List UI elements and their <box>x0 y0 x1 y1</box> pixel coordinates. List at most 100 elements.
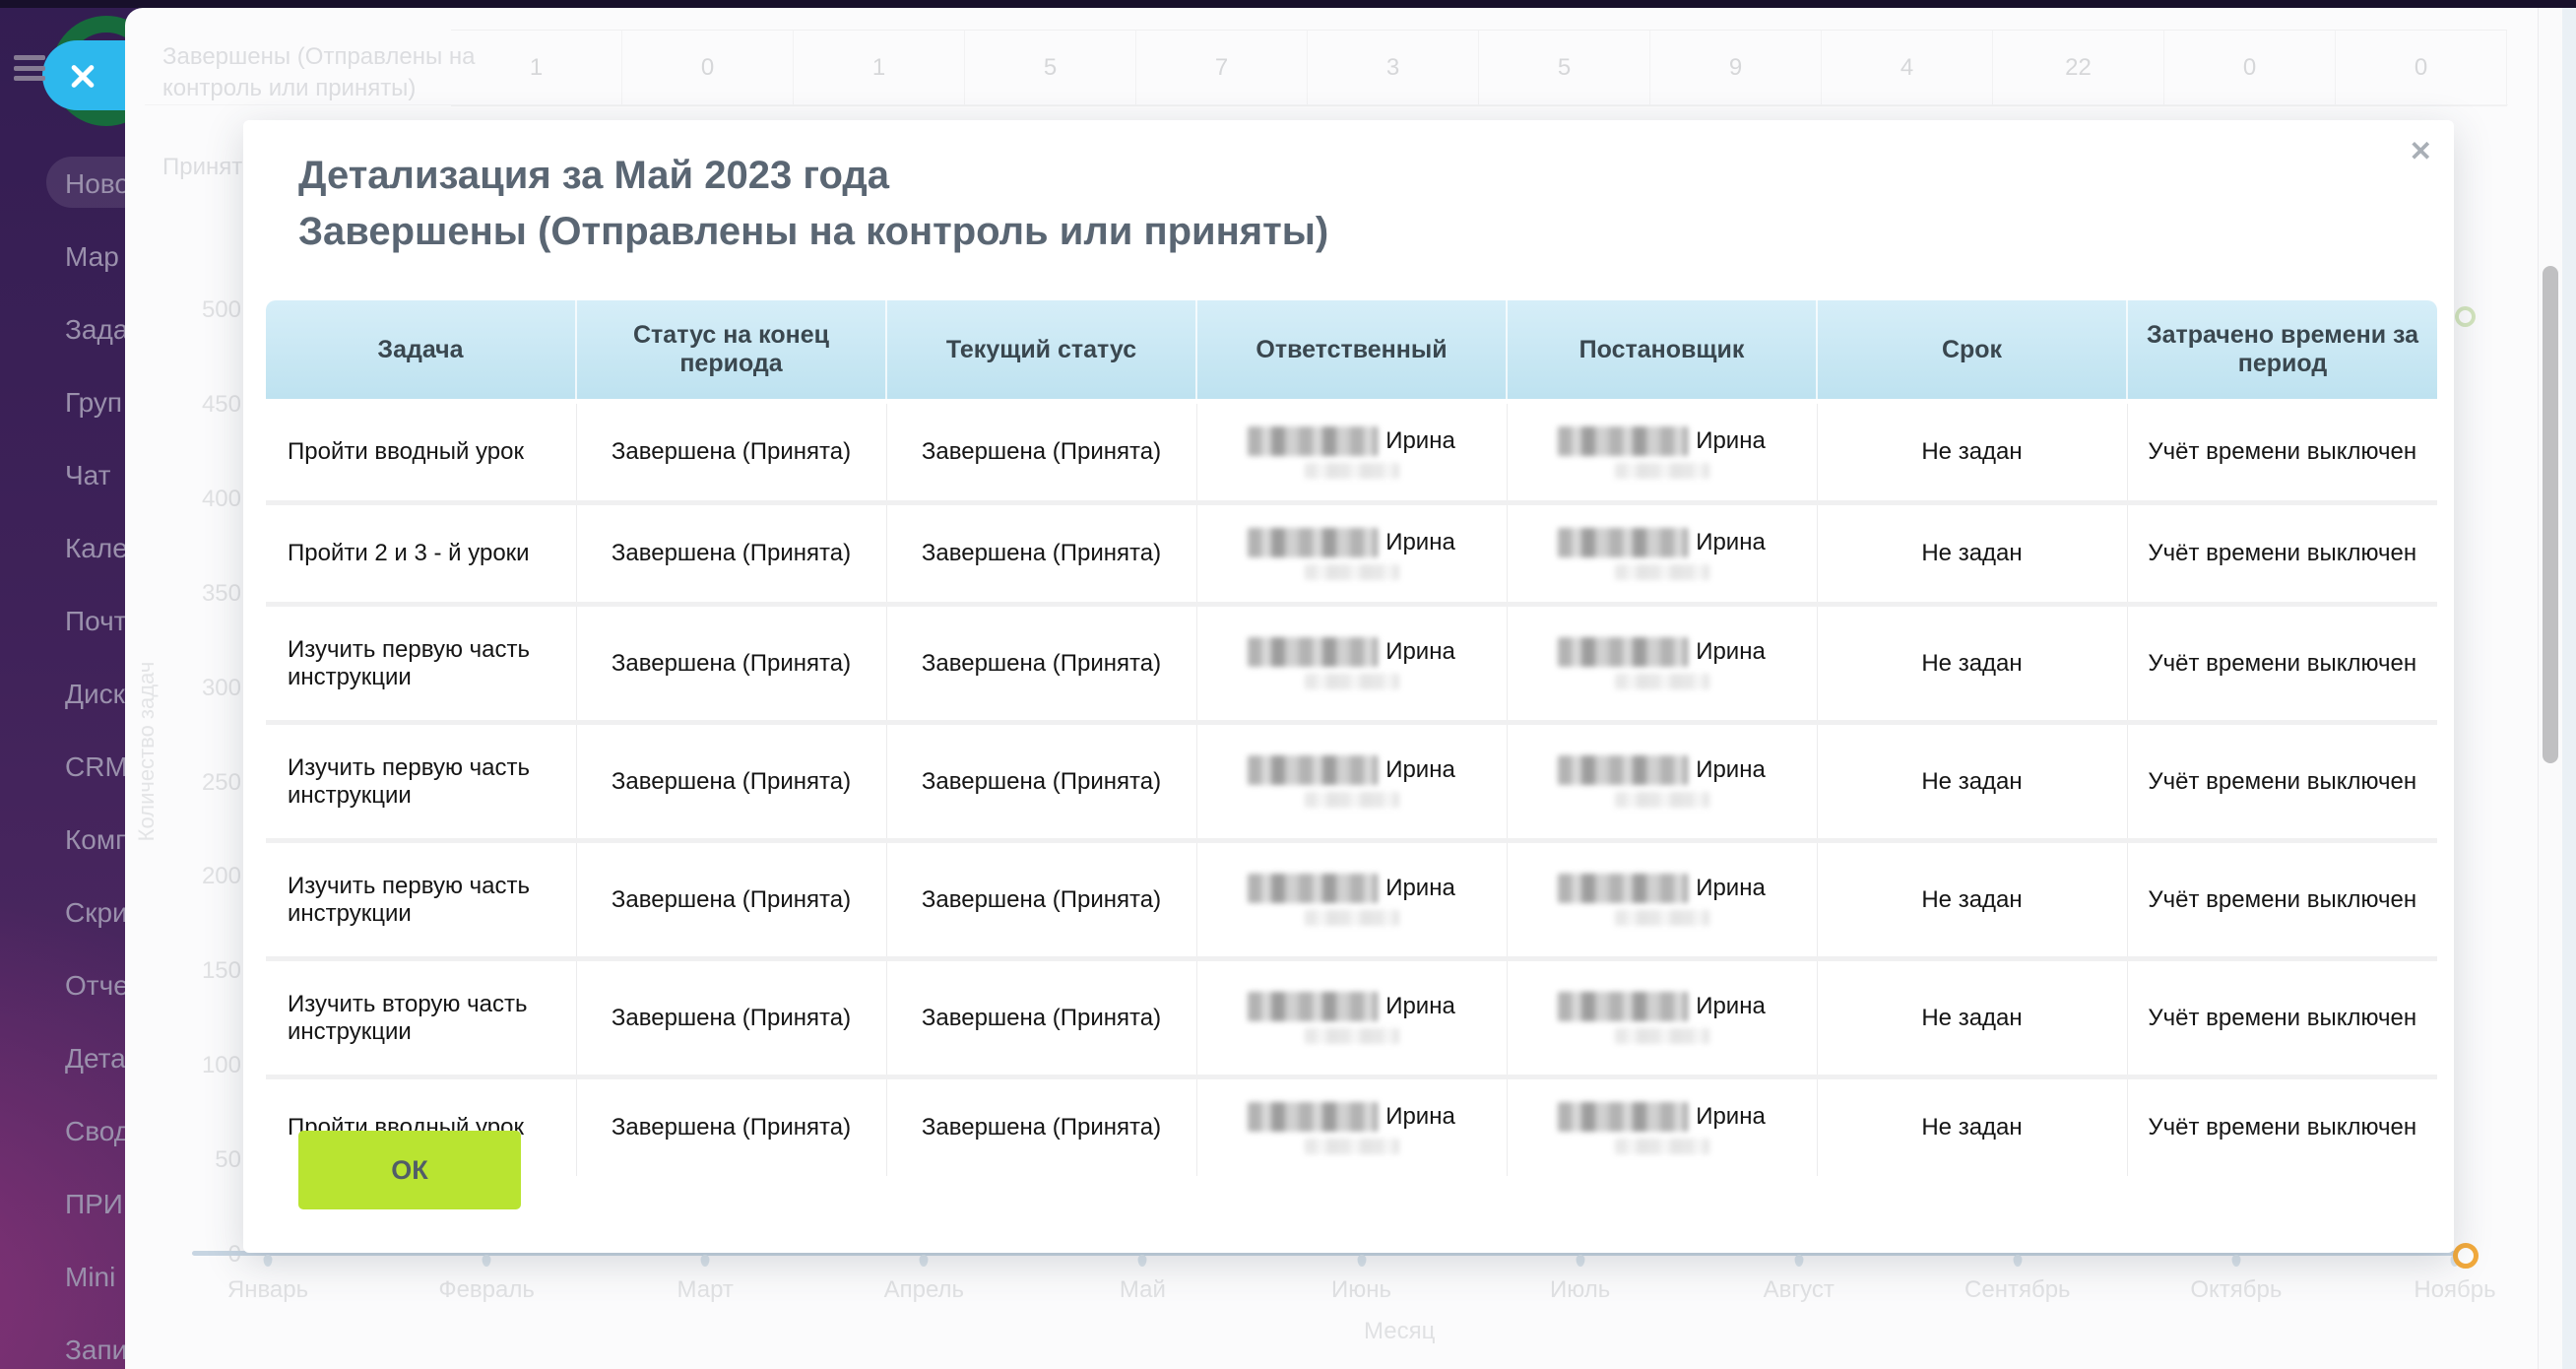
month-label: Апрель <box>884 1276 964 1304</box>
sidebar-item-3[interactable]: Зада <box>0 293 125 366</box>
sidebar-item-label: Дета <box>65 1043 126 1075</box>
sidebar-item-2[interactable]: Мар <box>0 221 125 293</box>
sidebar-item-label: Груп <box>65 387 122 419</box>
report-value-cell: 0 <box>2164 31 2336 105</box>
sidebar-item-12[interactable]: Отче <box>0 949 125 1022</box>
person-cell: Ирина <box>1507 605 1817 723</box>
sidebar-item-14[interactable]: Свод <box>0 1095 125 1168</box>
sidebar-item-9[interactable]: CRM <box>0 731 125 804</box>
sidebar-item-11[interactable]: Скри <box>0 877 125 949</box>
sidebar-item-15[interactable]: ПРИ <box>0 1168 125 1241</box>
person-name: Ирина <box>1385 529 1455 556</box>
modal-close-icon[interactable]: ✕ <box>2410 138 2432 165</box>
blurred-name-block <box>1558 426 1688 456</box>
sidebar-item-13[interactable]: Дета <box>0 1022 125 1095</box>
table-header-cell: Затрачено времени за период <box>2127 300 2437 402</box>
y-tick-label: 300 <box>153 675 241 702</box>
blurred-name-block <box>1558 637 1688 667</box>
month-label: Август <box>1764 1276 1835 1304</box>
status-current-cell: Завершена (Принята) <box>886 959 1196 1077</box>
person-cell: Ирина <box>1196 959 1507 1077</box>
table-row: Изучить первую часть инструкции Завершена… <box>266 723 2437 841</box>
y-tick-label: 500 <box>153 296 241 324</box>
table-header-cell: Срок <box>1817 300 2127 402</box>
table-header-cell: Задача <box>266 300 576 402</box>
sidebar-item-label: Ново <box>65 168 130 200</box>
detail-modal: ✕ Детализация за Май 2023 года Завершены… <box>243 120 2454 1253</box>
deadline-cell: Не задан <box>1817 503 2127 605</box>
person-cell: Ирина <box>1196 723 1507 841</box>
sidebar-item-7[interactable]: Почт <box>0 585 125 658</box>
deadline-cell: Не задан <box>1817 959 2127 1077</box>
person-cell: Ирина <box>1507 402 1817 503</box>
sidebar-item-6[interactable]: Кале <box>0 512 125 585</box>
sidebar-item-label: Чат <box>65 460 110 491</box>
blurred-sub-block <box>1305 1139 1399 1154</box>
person-name: Ирина <box>1385 756 1455 784</box>
task-cell: Изучить первую часть инструкции <box>266 723 576 841</box>
person-cell: Ирина <box>1196 605 1507 723</box>
modal-title-line1: Детализация за Май 2023 года <box>298 148 1328 204</box>
blurred-name-block <box>1248 755 1378 785</box>
month-label: Февраль <box>438 1276 535 1304</box>
person-cell: Ирина <box>1196 841 1507 959</box>
report-row-label: Завершены (Отправлены на контроль или пр… <box>162 41 478 105</box>
person-cell: Ирина <box>1507 959 1817 1077</box>
status-end-cell: Завершена (Принята) <box>576 605 886 723</box>
deadline-cell: Не задан <box>1817 605 2127 723</box>
blurred-name-block <box>1558 874 1688 903</box>
month-tick-marker <box>264 1255 273 1267</box>
sidebar-item-17[interactable]: Запи <box>0 1314 125 1369</box>
y-tick-label: 350 <box>153 580 241 608</box>
sidebar-item-8[interactable]: Диск <box>0 658 125 731</box>
table-row: Пройти вводный урокЗавершена (Принята)За… <box>266 1077 2437 1177</box>
person-name: Ирина <box>1696 529 1766 556</box>
table-header-cell: Ответственный <box>1196 300 1507 402</box>
scrollbar-track[interactable] <box>2538 8 2562 1369</box>
blurred-sub-block <box>1615 792 1709 808</box>
blurred-sub-block <box>1615 910 1709 926</box>
sidebar-item-label: Мар <box>65 241 119 273</box>
blurred-name-block <box>1248 528 1378 557</box>
month-tick-marker <box>1357 1255 1366 1267</box>
person-name: Ирина <box>1696 756 1766 784</box>
month-tick-marker <box>1576 1255 1584 1267</box>
person-name: Ирина <box>1385 993 1455 1020</box>
chart-point-marker <box>2453 1243 2479 1269</box>
y-tick-label: 250 <box>153 769 241 797</box>
month-tick-marker <box>1794 1255 1803 1267</box>
deadline-cell: Не задан <box>1817 1077 2127 1177</box>
modal-title: Детализация за Май 2023 года Завершены (… <box>298 148 1328 260</box>
person-name: Ирина <box>1696 1103 1766 1131</box>
sidebar-item-label: ПРИ <box>65 1189 123 1220</box>
blurred-name-block <box>1248 992 1378 1021</box>
month-label: Сентябрь <box>1964 1276 2071 1304</box>
sidebar-item-16[interactable]: Mini <box>0 1241 125 1314</box>
table-row: Изучить первую часть инструкцииЗавершена… <box>266 841 2437 959</box>
hamburger-menu-icon[interactable] <box>14 55 45 81</box>
status-current-cell: Завершена (Принята) <box>886 1077 1196 1177</box>
blurred-sub-block <box>1615 463 1709 479</box>
person-cell: Ирина <box>1507 1077 1817 1177</box>
sidebar-item-5[interactable]: Чат <box>0 439 125 512</box>
status-end-cell: Завершена (Принята) <box>576 503 886 605</box>
page: Ново Мар Зада Груп Чат КалеПочтДискCRMКомпСкр… <box>0 0 2576 1369</box>
report-value-cell: 4 <box>1822 31 1993 105</box>
report-value-cell: 5 <box>965 31 1136 105</box>
report-value-cell: 1 <box>794 31 965 105</box>
sidebar-item-4[interactable]: Груп <box>0 366 125 439</box>
month-label: Июль <box>1550 1276 1610 1304</box>
sidebar-menu: Ново Мар Зада Груп Чат КалеПочтДискCRMКомпСкр… <box>0 148 125 1369</box>
table-row: Изучить вторую часть инструкцииЗавершена… <box>266 959 2437 1077</box>
ok-button[interactable]: ОК <box>298 1131 521 1209</box>
task-cell: Изучить первую часть инструкции <box>266 841 576 959</box>
status-current-cell: Завершена (Принята) <box>886 723 1196 841</box>
status-current-cell: Завершена (Принята) <box>886 605 1196 723</box>
scrollbar-thumb[interactable] <box>2543 266 2558 763</box>
person-cell: Ирина <box>1507 723 1817 841</box>
status-end-cell: Завершена (Принята) <box>576 402 886 503</box>
blurred-name-block <box>1248 637 1378 667</box>
sidebar-item-10[interactable]: Комп <box>0 804 125 877</box>
person-name: Ирина <box>1696 638 1766 666</box>
sidebar-item-1[interactable]: Ново <box>0 148 125 221</box>
